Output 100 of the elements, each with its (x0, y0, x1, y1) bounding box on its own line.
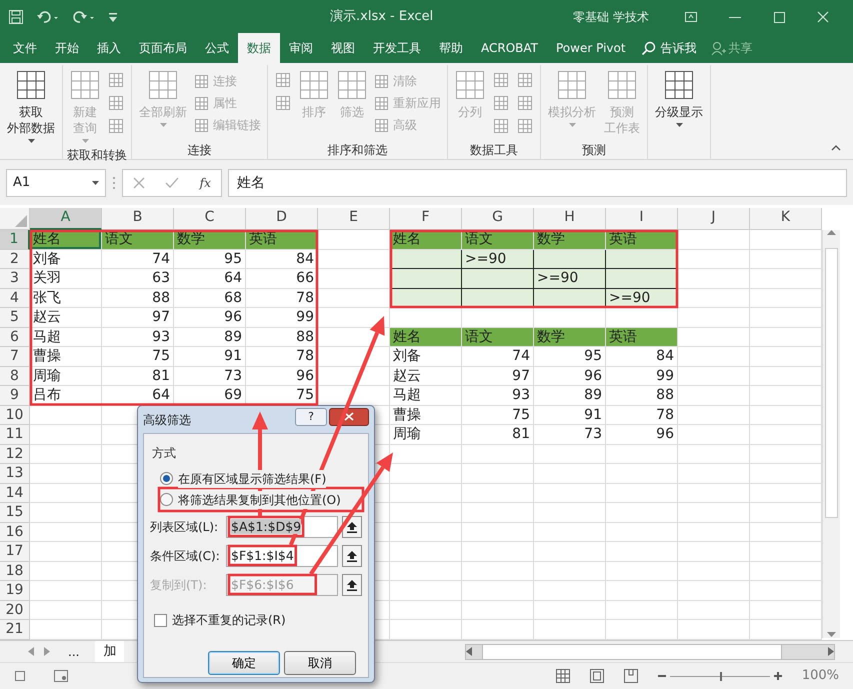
more-sheets-button[interactable]: ... (68, 642, 80, 660)
normal-view-icon[interactable] (556, 669, 570, 683)
empty-cell (318, 366, 390, 386)
column-header[interactable]: I (606, 208, 678, 230)
row-header[interactable]: 2 (0, 250, 30, 269)
column-header[interactable]: G (462, 208, 534, 230)
ribbon-tab[interactable]: 审阅 (280, 33, 322, 63)
radio-label[interactable]: 在原有区域显示筛选结果(F) (178, 470, 326, 488)
row-header[interactable]: 8 (0, 366, 30, 386)
radio-button[interactable] (160, 493, 173, 506)
ribbon-button[interactable]: 获取 外部数据 (4, 68, 58, 146)
column-header[interactable]: E (318, 208, 390, 230)
row-header[interactable]: 9 (0, 386, 30, 406)
column-header[interactable]: H (534, 208, 606, 230)
caret-left-icon[interactable] (28, 647, 34, 656)
row-header[interactable]: 17 (0, 542, 30, 562)
maximize-icon[interactable] (772, 10, 786, 22)
row-header[interactable]: 1 (0, 230, 30, 250)
range-select-button[interactable] (342, 545, 362, 567)
caret-up-icon[interactable] (827, 230, 836, 236)
close-icon[interactable] (816, 10, 830, 22)
customize-toolbar-icon[interactable] (108, 10, 118, 22)
ribbon-tab[interactable]: Power Pivot (547, 33, 635, 63)
page-break-icon[interactable] (624, 669, 638, 683)
ribbon-tab[interactable]: 开发工具 (364, 33, 430, 63)
page-layout-icon[interactable] (590, 669, 604, 683)
column-header[interactable]: A (30, 208, 102, 230)
sheet-tab[interactable]: 加 (95, 641, 124, 662)
ribbon-tab[interactable]: 公式 (196, 33, 238, 63)
plus-icon[interactable] (774, 672, 782, 680)
caret-down-icon[interactable] (827, 632, 836, 638)
redo-icon[interactable] (72, 8, 96, 24)
row-header[interactable]: 13 (0, 464, 30, 484)
caret-right-icon[interactable] (828, 647, 834, 656)
ribbon-tab[interactable]: 开始 (46, 33, 88, 63)
group-label: 数据工具 (469, 142, 519, 159)
checkbox[interactable] (154, 614, 167, 626)
vertical-scrollbar[interactable] (822, 230, 840, 638)
check-icon[interactable] (165, 177, 180, 189)
row-header[interactable]: 5 (0, 308, 30, 328)
row-header[interactable]: 15 (0, 503, 30, 522)
minus-icon[interactable] (658, 672, 666, 680)
dialog-button[interactable]: 取消 (284, 651, 356, 675)
slider-thumb[interactable] (720, 672, 722, 680)
table-cell: 91 (534, 406, 606, 425)
horizontal-scrollbar[interactable] (465, 644, 835, 660)
save-icon[interactable] (8, 8, 24, 24)
table-icon[interactable] (664, 70, 694, 100)
up-arrow-icon (347, 522, 357, 532)
ribbon-tab[interactable]: 页面布局 (130, 33, 196, 63)
zoom-level[interactable]: 100% (802, 666, 839, 686)
table-cell: 81 (462, 425, 534, 444)
cancel-icon[interactable] (133, 177, 146, 189)
checkbox-label[interactable]: 选择不重复的记录(R) (172, 611, 286, 629)
row-header[interactable]: 18 (0, 562, 30, 581)
radio-button[interactable] (160, 472, 173, 485)
column-header[interactable]: D (246, 208, 318, 230)
ribbon-tab[interactable]: ACROBAT (472, 33, 547, 63)
row-header[interactable]: 20 (0, 600, 30, 620)
table-cell: 97 (462, 366, 534, 386)
column-header[interactable]: C (174, 208, 246, 230)
table-cell: 63 (102, 269, 174, 288)
formula-field[interactable]: 姓名 (228, 169, 847, 197)
ribbon-tab[interactable]: 帮助 (430, 33, 472, 63)
row-header[interactable]: 19 (0, 581, 30, 600)
row-header[interactable]: 12 (0, 444, 30, 464)
collapse-ribbon-icon[interactable] (831, 145, 841, 151)
ribbon-button[interactable]: 分级显示 (652, 68, 706, 141)
row-header[interactable]: 14 (0, 484, 30, 503)
caret-right-icon[interactable] (44, 647, 50, 656)
row-header[interactable]: 6 (0, 328, 30, 347)
row-header[interactable]: 10 (0, 406, 30, 425)
column-header[interactable]: K (750, 208, 822, 230)
row-header[interactable]: 16 (0, 522, 30, 542)
caret-left-icon[interactable] (466, 647, 472, 656)
row-header[interactable]: 7 (0, 347, 30, 366)
insert-function-button[interactable]: fx (200, 174, 211, 192)
select-all-icon[interactable] (15, 215, 27, 227)
tell-me-button[interactable]: 告诉我 (640, 39, 697, 57)
column-header[interactable]: B (102, 208, 174, 230)
name-box[interactable]: A1 (6, 169, 106, 197)
dialog-button[interactable]: 确定 (208, 651, 280, 675)
ribbon-tab[interactable]: 数据 (238, 33, 280, 63)
ribbon-tab[interactable]: 视图 (322, 33, 364, 63)
ribbon-display-icon[interactable] (684, 10, 698, 22)
range-select-button[interactable] (342, 574, 362, 596)
ribbon-tab[interactable]: 文件 (4, 33, 46, 63)
row-header[interactable]: 3 (0, 269, 30, 288)
column-header[interactable]: J (678, 208, 750, 230)
help-button[interactable]: ? (295, 408, 327, 426)
radio-label[interactable]: 将筛选结果复制到其他位置(O) (178, 490, 341, 508)
column-header[interactable]: F (390, 208, 462, 230)
row-header[interactable]: 21 (0, 620, 30, 640)
ribbon-tab[interactable]: 插入 (88, 33, 130, 63)
table-cell: 吕布 (30, 386, 102, 406)
row-header[interactable]: 4 (0, 288, 30, 308)
table-icon[interactable] (16, 70, 46, 100)
sheet-icon[interactable] (54, 670, 68, 682)
row-header[interactable]: 11 (0, 425, 30, 444)
undo-icon[interactable] (36, 8, 60, 24)
